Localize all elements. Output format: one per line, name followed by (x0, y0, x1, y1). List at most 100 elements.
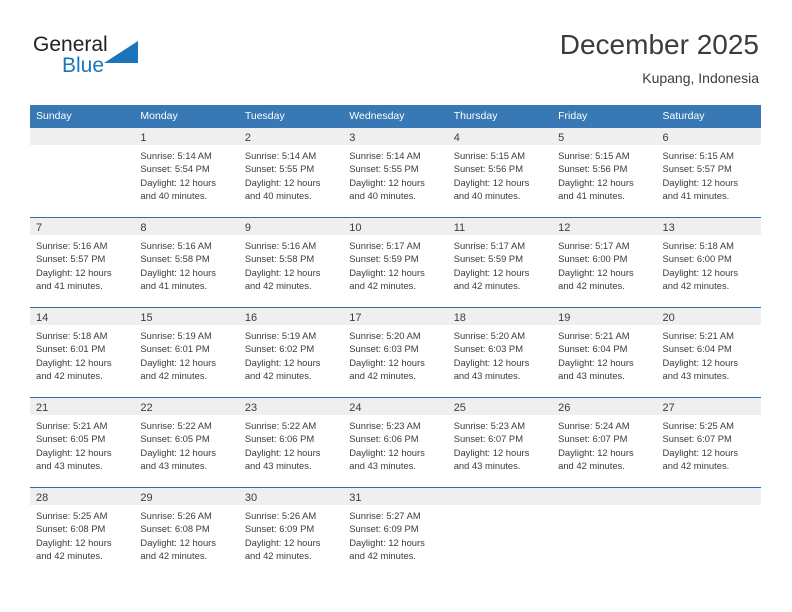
daylight-text-line2: and 43 minutes. (453, 460, 521, 472)
day-details: Sunrise: 5:23 AM Sunset: 6:07 PM Daylight:… (448, 415, 552, 473)
weekday-header-monday: Monday (134, 105, 239, 128)
day-number: 24 (349, 402, 362, 414)
sunset-text: Sunset: 6:08 PM (36, 523, 106, 535)
calendar-day-cell[interactable]: 22 Sunrise: 5:22 AM Sunset: 6:05 PM Dayligh… (134, 397, 239, 488)
calendar-day-cell[interactable]: 15 Sunrise: 5:19 AM Sunset: 6:01 PM Dayligh… (134, 307, 239, 398)
day-number-band: 15 (134, 308, 239, 325)
day-number-band: 14 (30, 308, 135, 325)
calendar-day-cell[interactable]: 20 Sunrise: 5:21 AM Sunset: 6:04 PM Dayligh… (656, 307, 761, 398)
daylight-text-line1: Daylight: 12 hours (662, 176, 739, 188)
daylight-text-line1: Daylight: 12 hours (558, 356, 634, 368)
calendar-day-cell[interactable]: 21 Sunrise: 5:21 AM Sunset: 6:05 PM Dayligh… (30, 397, 135, 488)
calendar-day-cell[interactable]: 24 Sunrise: 5:23 AM Sunset: 6:06 PM Dayligh… (343, 397, 448, 488)
sunset-text: Sunset: 5:56 PM (453, 163, 523, 175)
calendar-day-cell[interactable]: 11 Sunrise: 5:17 AM Sunset: 5:59 PM Dayligh… (447, 217, 553, 308)
day-number: 25 (453, 402, 466, 414)
calendar-day-cell[interactable]: 18 Sunrise: 5:20 AM Sunset: 6:03 PM Dayligh… (447, 307, 553, 398)
calendar-day-cell[interactable]: 19 Sunrise: 5:21 AM Sunset: 6:04 PM Dayligh… (552, 307, 657, 398)
daylight-text-line1: Daylight: 12 hours (349, 356, 425, 368)
calendar-week-row: 28 Sunrise: 5:25 AM Sunset: 6:08 PM Dayligh… (30, 487, 761, 577)
daylight-text-line2: and 42 minutes. (36, 550, 103, 562)
daylight-text-line2: and 42 minutes. (558, 460, 625, 472)
day-details: Sunrise: 5:21 AM Sunset: 6:04 PM Daylight:… (552, 325, 656, 383)
calendar-day-cell[interactable]: 16 Sunrise: 5:19 AM Sunset: 6:02 PM Dayligh… (238, 307, 344, 398)
sunset-text: Sunset: 6:05 PM (36, 433, 106, 445)
weekday-header-sunday: Sunday (30, 105, 135, 128)
sunrise-text: Sunrise: 5:23 AM (453, 420, 526, 431)
sunrise-text: Sunrise: 5:19 AM (244, 330, 317, 341)
day-details: Sunrise: 5:16 AM Sunset: 5:58 PM Daylight:… (239, 235, 343, 293)
day-details: Sunrise: 5:19 AM Sunset: 6:01 PM Daylight:… (134, 325, 238, 383)
calendar-day-cell[interactable]: 3 Sunrise: 5:14 AM Sunset: 5:55 PM Daylight… (343, 128, 448, 218)
daylight-text-line2: and 40 minutes. (349, 190, 416, 202)
day-number-band: 20 (656, 308, 761, 325)
day-number-band (30, 128, 135, 145)
calendar-day-cell[interactable]: 12 Sunrise: 5:17 AM Sunset: 6:00 PM Dayligh… (552, 217, 657, 308)
calendar-day-cell[interactable]: 26 Sunrise: 5:24 AM Sunset: 6:07 PM Dayligh… (552, 397, 657, 488)
page-title: December 2025 (559, 29, 759, 60)
day-details: Sunrise: 5:14 AM Sunset: 5:55 PM Daylight:… (343, 145, 447, 203)
sunrise-text: Sunrise: 5:21 AM (36, 420, 108, 431)
day-cell-inner: 30 Sunrise: 5:26 AM Sunset: 6:09 PM Dayligh… (238, 488, 344, 577)
daylight-text-line2: and 40 minutes. (140, 190, 208, 202)
day-details: Sunrise: 5:26 AM Sunset: 6:09 PM Daylight:… (239, 505, 343, 563)
calendar-day-cell[interactable]: 2 Sunrise: 5:14 AM Sunset: 5:55 PM Daylight… (238, 128, 344, 218)
day-details: Sunrise: 5:17 AM Sunset: 5:59 PM Daylight:… (343, 235, 447, 293)
day-number-band: 7 (30, 218, 135, 235)
calendar-day-cell[interactable]: 14 Sunrise: 5:18 AM Sunset: 6:01 PM Dayligh… (30, 307, 135, 398)
day-details: Sunrise: 5:22 AM Sunset: 6:05 PM Daylight:… (134, 415, 238, 473)
calendar-day-cell[interactable]: 30 Sunrise: 5:26 AM Sunset: 6:09 PM Dayligh… (238, 487, 344, 577)
sunset-text: Sunset: 6:04 PM (558, 343, 628, 355)
calendar-day-cell[interactable]: 4 Sunrise: 5:15 AM Sunset: 5:56 PM Daylight… (447, 128, 553, 218)
day-number: 16 (244, 312, 258, 324)
calendar-day-cell[interactable]: 8 Sunrise: 5:16 AM Sunset: 5:58 PM Daylight… (134, 217, 239, 308)
calendar-day-cell[interactable]: 1 Sunrise: 5:14 AM Sunset: 5:54 PM Daylight… (134, 128, 239, 218)
day-details: Sunrise: 5:15 AM Sunset: 5:57 PM Daylight:… (657, 145, 761, 203)
sunrise-text: Sunrise: 5:27 AM (349, 510, 421, 521)
day-cell-inner: 26 Sunrise: 5:24 AM Sunset: 6:07 PM Dayligh… (552, 398, 657, 487)
calendar-day-cell[interactable]: 10 Sunrise: 5:17 AM Sunset: 5:59 PM Dayligh… (343, 217, 448, 308)
calendar-day-cell[interactable]: 25 Sunrise: 5:23 AM Sunset: 6:07 PM Dayligh… (447, 397, 553, 488)
sunrise-text: Sunrise: 5:25 AM (36, 510, 108, 521)
day-cell-inner: 2 Sunrise: 5:14 AM Sunset: 5:55 PM Daylight… (238, 128, 344, 217)
sunrise-text: Sunrise: 5:22 AM (244, 420, 317, 431)
calendar-day-cell[interactable]: 5 Sunrise: 5:15 AM Sunset: 5:56 PM Daylight… (552, 128, 657, 218)
day-number-band: 18 (447, 308, 553, 325)
sunset-text: Sunset: 5:57 PM (36, 253, 106, 265)
daylight-text-line1: Daylight: 12 hours (140, 536, 216, 548)
calendar-day-cell[interactable]: 28 Sunrise: 5:25 AM Sunset: 6:08 PM Dayligh… (30, 487, 135, 577)
calendar-day-cell[interactable]: 17 Sunrise: 5:20 AM Sunset: 6:03 PM Dayligh… (343, 307, 448, 398)
day-number: 17 (349, 312, 362, 324)
day-number: 20 (662, 312, 675, 324)
calendar-day-cell[interactable]: 9 Sunrise: 5:16 AM Sunset: 5:58 PM Daylight… (238, 217, 344, 308)
day-cell-inner: 5 Sunrise: 5:15 AM Sunset: 5:56 PM Daylight… (552, 128, 657, 217)
calendar-empty-cell (656, 487, 761, 577)
sunset-text: Sunset: 6:06 PM (244, 433, 315, 445)
day-number-band: 8 (134, 218, 239, 235)
daylight-text-line1: Daylight: 12 hours (244, 266, 321, 278)
day-number-band: 2 (238, 128, 344, 145)
day-number: 10 (349, 222, 362, 234)
calendar-day-cell[interactable]: 31 Sunrise: 5:27 AM Sunset: 6:09 PM Dayligh… (343, 487, 448, 577)
day-cell-inner: 28 Sunrise: 5:25 AM Sunset: 6:08 PM Dayligh… (30, 488, 135, 577)
daylight-text-line1: Daylight: 12 hours (349, 266, 425, 278)
sunset-text: Sunset: 6:01 PM (140, 343, 210, 355)
calendar-day-cell[interactable]: 29 Sunrise: 5:26 AM Sunset: 6:08 PM Dayligh… (134, 487, 239, 577)
day-number-band: 23 (238, 398, 344, 415)
calendar-day-cell[interactable]: 7 Sunrise: 5:16 AM Sunset: 5:57 PM Daylight… (30, 217, 135, 308)
calendar-day-cell[interactable]: 27 Sunrise: 5:25 AM Sunset: 6:07 PM Dayligh… (656, 397, 761, 488)
calendar-week-row: 7 Sunrise: 5:16 AM Sunset: 5:57 PM Daylight… (30, 217, 761, 308)
day-number: 18 (453, 312, 466, 324)
daylight-text-line1: Daylight: 12 hours (36, 446, 112, 458)
day-number: 28 (36, 492, 49, 504)
calendar-day-cell[interactable]: 23 Sunrise: 5:22 AM Sunset: 6:06 PM Dayligh… (238, 397, 344, 488)
calendar-week-row: 21 Sunrise: 5:21 AM Sunset: 6:05 PM Dayligh… (30, 397, 761, 488)
daylight-text-line2: and 42 minutes. (662, 460, 730, 472)
calendar-day-cell[interactable]: 6 Sunrise: 5:15 AM Sunset: 5:57 PM Daylight… (656, 128, 761, 218)
calendar-page: General Blue December 2025 Kupang, Indon… (0, 0, 792, 612)
day-number-band: 25 (447, 398, 553, 415)
calendar-day-cell[interactable]: 13 Sunrise: 5:18 AM Sunset: 6:00 PM Dayligh… (656, 217, 761, 308)
day-number: 21 (36, 402, 49, 414)
day-number-band: 26 (552, 398, 657, 415)
daylight-text-line1: Daylight: 12 hours (453, 266, 530, 278)
